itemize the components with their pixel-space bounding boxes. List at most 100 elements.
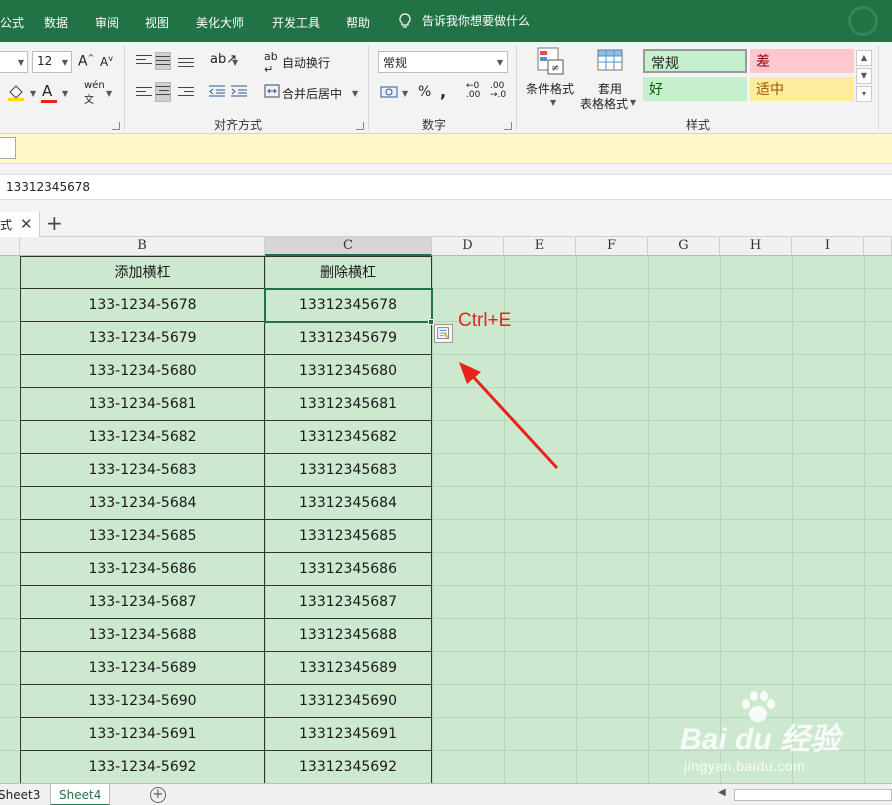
baidu-watermark: Bai du 经验 jingyan.baidu.com <box>680 691 880 783</box>
table-cell-no-dash[interactable]: 13312345689 <box>265 652 432 685</box>
table-cell-no-dash[interactable]: 13312345686 <box>265 553 432 586</box>
table-cell-no-dash[interactable]: 13312345687 <box>265 586 432 619</box>
column-header-j[interactable] <box>864 237 892 256</box>
grow-font-icon[interactable]: A^ <box>78 53 94 70</box>
table-cell-no-dash[interactable]: 13312345691 <box>265 718 432 751</box>
percent-style-button[interactable]: % <box>418 84 431 100</box>
sheet-tab-sheet3[interactable]: Sheet3 <box>0 784 48 805</box>
flash-fill-options-icon[interactable] <box>434 324 453 343</box>
font-dialog-launcher[interactable] <box>112 122 120 130</box>
table-cell-with-dash[interactable]: 133-1234-5690 <box>20 685 265 718</box>
column-header-h[interactable]: H <box>720 237 792 256</box>
wrap-text-button[interactable]: 自动换行 <box>282 54 330 71</box>
style-bad[interactable]: 差 <box>750 49 854 73</box>
column-header-a[interactable] <box>0 237 20 256</box>
table-cell-with-dash[interactable]: 133-1234-5686 <box>20 553 265 586</box>
table-cell-with-dash[interactable]: 133-1234-5689 <box>20 652 265 685</box>
font-name-select[interactable]: ▼ <box>0 51 28 73</box>
selected-cell-c2[interactable] <box>264 288 433 323</box>
table-cell-with-dash[interactable]: 133-1234-5678 <box>20 289 265 322</box>
table-cell-no-dash[interactable]: 13312345680 <box>265 355 432 388</box>
table-cell-with-dash[interactable]: 133-1234-5692 <box>20 751 265 783</box>
number-format-select[interactable]: 常规 ▼ <box>378 51 508 73</box>
table-cell-with-dash[interactable]: 133-1234-5680 <box>20 355 265 388</box>
tab-formulas[interactable]: 公式 <box>0 14 24 31</box>
align-middle-icon[interactable] <box>155 52 171 70</box>
alignment-dialog-launcher[interactable] <box>356 122 364 130</box>
formula-bar[interactable]: 13312345678 <box>0 174 892 200</box>
increase-decimal-icon[interactable]: ←0.00 <box>466 82 480 100</box>
tab-developer[interactable]: 开发工具 <box>272 14 320 31</box>
close-tab-icon[interactable]: ✕ <box>20 215 33 233</box>
decrease-indent-icon[interactable] <box>208 84 226 98</box>
table-cell-no-dash[interactable]: 13312345682 <box>265 421 432 454</box>
table-cell-no-dash[interactable]: 13312345681 <box>265 388 432 421</box>
table-cell-no-dash[interactable]: 13312345690 <box>265 685 432 718</box>
column-header-c[interactable]: C <box>265 237 432 256</box>
number-dialog-launcher[interactable] <box>504 122 512 130</box>
table-cell-with-dash[interactable]: 133-1234-5679 <box>20 322 265 355</box>
add-sheet-icon[interactable]: + <box>150 787 166 803</box>
styles-scroll-down[interactable]: ▼ <box>856 68 872 84</box>
tab-help[interactable]: 帮助 <box>346 14 370 31</box>
worksheet-grid[interactable]: 添加横杠 删除横杠 133-1234-5678 13312345678 133-1234… <box>0 256 892 783</box>
scroll-thumb[interactable] <box>734 789 892 801</box>
align-center-icon[interactable] <box>155 82 171 102</box>
table-cell-no-dash[interactable]: 13312345684 <box>265 487 432 520</box>
column-header-d[interactable]: D <box>432 237 504 256</box>
table-cell-with-dash[interactable]: 133-1234-5682 <box>20 421 265 454</box>
fill-color-icon[interactable] <box>6 82 28 102</box>
tab-data[interactable]: 数据 <box>44 14 68 31</box>
table-cell-no-dash[interactable]: 13312345679 <box>265 322 432 355</box>
conditional-format-button[interactable]: 条件格式 <box>526 80 574 97</box>
table-cell-with-dash[interactable]: 133-1234-5684 <box>20 487 265 520</box>
increase-indent-icon[interactable] <box>230 84 248 98</box>
new-tab-icon[interactable]: + <box>46 211 63 235</box>
svg-text:≠: ≠ <box>551 63 559 74</box>
styles-more-button[interactable]: ▾ <box>856 86 872 102</box>
horizontal-scrollbar[interactable]: ◀ <box>718 787 892 802</box>
merge-center-button[interactable]: 合并后居中 <box>282 85 342 102</box>
tab-review[interactable]: 审阅 <box>95 14 119 31</box>
table-cell-no-dash[interactable]: 13312345685 <box>265 520 432 553</box>
align-right-icon[interactable] <box>178 84 194 98</box>
table-header-cell[interactable]: 添加横杠 <box>20 256 265 289</box>
scroll-left-icon[interactable]: ◀ <box>718 787 726 798</box>
table-cell-with-dash[interactable]: 133-1234-5681 <box>20 388 265 421</box>
column-header-e[interactable]: E <box>504 237 576 256</box>
table-cell-no-dash[interactable]: 13312345688 <box>265 619 432 652</box>
table-cell-no-dash[interactable]: 13312345683 <box>265 454 432 487</box>
font-size-select[interactable]: 12 ▼ <box>32 51 72 73</box>
column-header-b[interactable]: B <box>20 237 265 256</box>
table-cell-no-dash[interactable]: 13312345692 <box>265 751 432 783</box>
table-cell-with-dash[interactable]: 133-1234-5685 <box>20 520 265 553</box>
table-header-cell[interactable]: 删除横杠 <box>265 256 432 289</box>
table-cell-with-dash[interactable]: 133-1234-5687 <box>20 586 265 619</box>
font-color-icon[interactable]: A <box>42 82 52 100</box>
table-cell-with-dash[interactable]: 133-1234-5691 <box>20 718 265 751</box>
table-cell-with-dash[interactable]: 133-1234-5688 <box>20 619 265 652</box>
decrease-decimal-icon[interactable]: .00 →.0 <box>490 82 506 100</box>
style-normal[interactable]: 常规 <box>643 49 747 73</box>
tab-beautify-master[interactable]: 美化大师 <box>196 14 244 31</box>
accounting-format-icon[interactable] <box>380 84 400 100</box>
column-header-f[interactable]: F <box>576 237 648 256</box>
style-good[interactable]: 好 <box>643 77 747 101</box>
align-bottom-icon[interactable] <box>178 52 194 67</box>
phonetic-icon[interactable]: wén 文 <box>84 80 105 106</box>
format-as-table-line2[interactable]: 表格格式 <box>580 95 628 112</box>
corner-logo-icon <box>848 6 878 36</box>
align-top-icon[interactable] <box>136 52 152 66</box>
align-left-icon[interactable] <box>136 84 152 98</box>
sheet-tab-sheet4[interactable]: Sheet4 <box>50 784 111 805</box>
tab-view[interactable]: 视图 <box>145 14 169 31</box>
shrink-font-icon[interactable]: Av <box>100 54 113 69</box>
comma-style-button[interactable]: , <box>440 82 446 101</box>
column-header-g[interactable]: G <box>648 237 720 256</box>
notification-input-box[interactable] <box>0 137 16 159</box>
tell-me-box[interactable]: 告诉我你想要做什么 <box>398 12 530 29</box>
table-cell-with-dash[interactable]: 133-1234-5683 <box>20 454 265 487</box>
style-neutral[interactable]: 适中 <box>750 77 854 101</box>
column-header-i[interactable]: I <box>792 237 864 256</box>
styles-scroll-up[interactable]: ▲ <box>856 50 872 66</box>
